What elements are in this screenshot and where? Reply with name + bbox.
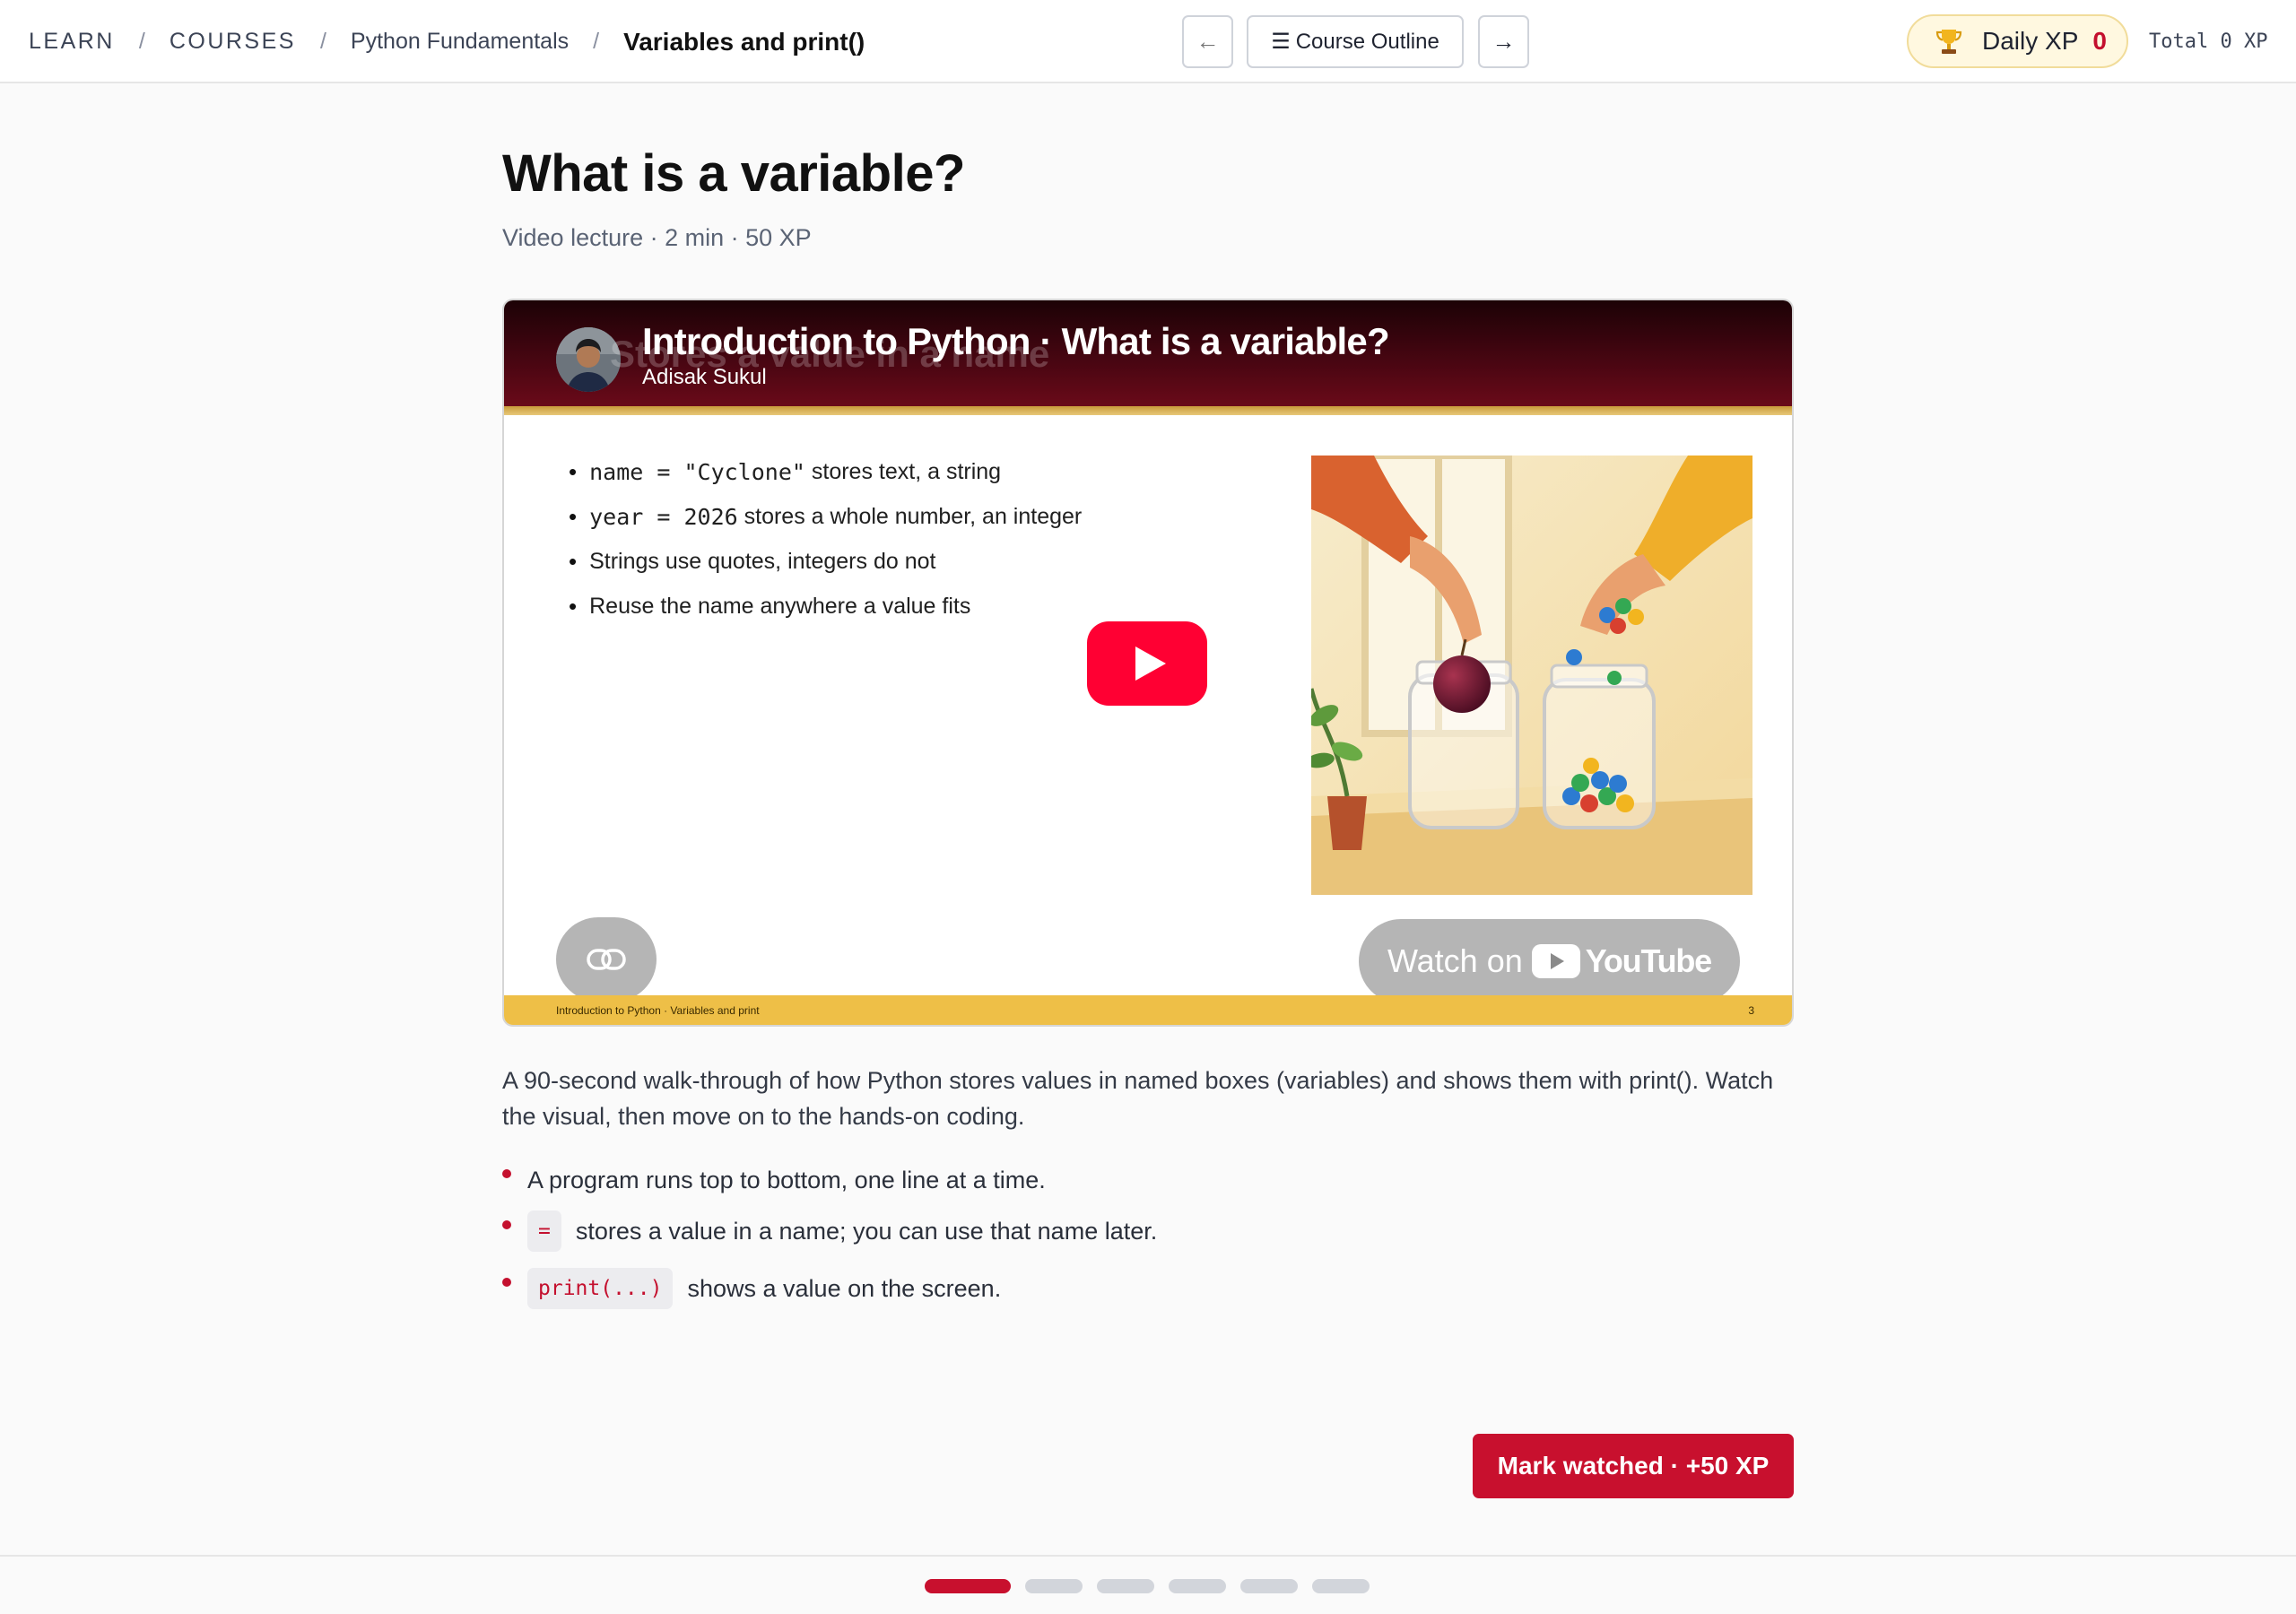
daily-xp-value: 0 (2092, 27, 2107, 55)
slide-bullet: name = "Cyclone" stores text, a string (569, 449, 1082, 494)
youtube-wordmark: YouTube (1585, 942, 1712, 979)
progress-step-2[interactable] (1025, 1579, 1083, 1593)
lesson-title: What is a variable? (502, 144, 965, 203)
watch-on-youtube-button[interactable]: Watch on YouTube (1359, 919, 1740, 1003)
jars-illustration (1311, 456, 1752, 895)
arrow-right-icon: → (1492, 28, 1516, 55)
next-lesson-button[interactable]: → (1478, 15, 1529, 68)
breadcrumb-course[interactable]: Python Fundamentals (351, 29, 569, 55)
copy-link-button[interactable] (556, 917, 657, 1002)
mark-watched-button[interactable]: Mark watched · +50 XP (1473, 1434, 1794, 1498)
slide-footer-text: Introduction to Python · Variables and p… (556, 1004, 760, 1017)
key-point: print(...) shows a value on the screen. (502, 1266, 1157, 1311)
course-outline-button[interactable]: ☰ Course Outline (1247, 15, 1464, 68)
lesson-description: A 90-second walk-through of how Python s… (502, 1067, 1774, 1130)
slide-bullet-list: name = "Cyclone" stores text, a string y… (569, 449, 1082, 629)
lesson-meta: Video lecture · 2 min · 50 XP (502, 224, 812, 251)
breadcrumb-current: Variables and print() (623, 27, 865, 56)
video-player[interactable]: Stores a value in a name Introduction to… (502, 299, 1794, 1027)
link-icon (587, 949, 626, 970)
total-xp: Total 0 XP (2149, 30, 2268, 53)
slide-bullet: year = 2026 stores a whole number, an in… (569, 494, 1082, 539)
progress-step-3[interactable] (1097, 1579, 1154, 1593)
arrow-left-icon: ← (1196, 28, 1220, 55)
daily-xp-label: Daily XP (1982, 27, 2079, 55)
video-title[interactable]: Introduction to Python · What is a varia… (642, 320, 1390, 363)
video-author[interactable]: Adisak Sukul (642, 365, 767, 390)
key-points-list: A program runs top to bottom, one line a… (502, 1162, 1157, 1311)
trophy-icon (1935, 30, 1962, 54)
inline-code: print(...) (527, 1268, 674, 1309)
menu-icon: ☰ (1271, 30, 1291, 54)
breadcrumb-separator: / (138, 29, 145, 54)
slide-page-number: 3 (1748, 1004, 1754, 1017)
course-outline-label: Course Outline (1295, 29, 1439, 54)
video-header-strip (504, 406, 1792, 415)
progress-step-4[interactable] (1169, 1579, 1226, 1593)
slide-footer: Introduction to Python · Variables and p… (504, 995, 1792, 1025)
slide-bullet: Reuse the name anywhere a value fits (569, 584, 1082, 629)
progress-step-5[interactable] (1240, 1579, 1298, 1593)
progress-step-1[interactable] (925, 1579, 1011, 1593)
key-point: A program runs top to bottom, one line a… (502, 1162, 1157, 1198)
lesson-progress-bar (0, 1555, 2296, 1614)
breadcrumb-learn[interactable]: LEARN (29, 29, 115, 55)
top-bar: LEARN / COURSES / Python Fundamentals / … (0, 0, 2296, 83)
slide-bullet: Strings use quotes, integers do not (569, 539, 1082, 584)
youtube-logo-icon (1531, 944, 1580, 978)
breadcrumb-separator: / (593, 29, 600, 54)
progress-steps (925, 1579, 1384, 1593)
inline-code: = (527, 1210, 561, 1252)
daily-xp-badge: Daily XP 0 (1907, 14, 2128, 68)
previous-lesson-button[interactable]: ← (1182, 15, 1233, 68)
key-point: = stores a value in a name; you can use … (502, 1209, 1157, 1254)
progress-step-6[interactable] (1312, 1579, 1370, 1593)
play-button[interactable] (1087, 621, 1207, 706)
watch-on-label: Watch on (1387, 942, 1523, 979)
breadcrumb-separator: / (319, 29, 326, 54)
breadcrumb: LEARN / COURSES / Python Fundamentals / … (29, 0, 865, 83)
breadcrumb-courses[interactable]: COURSES (170, 29, 296, 55)
